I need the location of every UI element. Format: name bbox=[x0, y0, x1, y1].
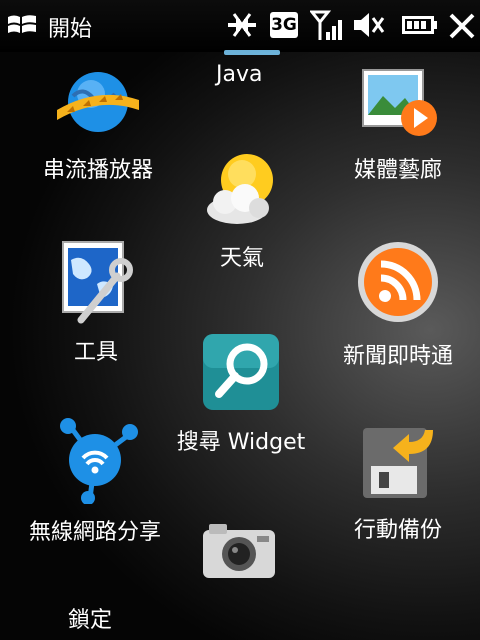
backup-disk-icon bbox=[318, 418, 478, 506]
media-gallery-icon bbox=[318, 68, 478, 146]
tile-news[interactable]: 新聞即時通 bbox=[318, 238, 478, 370]
tile-label: 無線網路分享 bbox=[28, 520, 161, 545]
tile-streaming-player[interactable]: 串流播放器 bbox=[18, 66, 178, 184]
battery-icon[interactable] bbox=[402, 14, 438, 40]
tile-wifi-sharing[interactable]: 無線網路分享 bbox=[20, 416, 170, 546]
3g-icon[interactable]: 3G bbox=[270, 12, 298, 38]
close-icon[interactable] bbox=[448, 12, 476, 44]
tile-label: 鎖定 bbox=[67, 608, 112, 633]
tile-label: 串流播放器 bbox=[42, 158, 153, 183]
tile-java[interactable]: Java bbox=[216, 62, 262, 87]
start-label: 開始 bbox=[48, 17, 93, 42]
tile-label: 新聞即時通 bbox=[342, 344, 453, 369]
streaming-globe-icon bbox=[18, 66, 178, 146]
status-bar: 開始 3G bbox=[0, 0, 480, 52]
wifi-share-icon bbox=[20, 416, 170, 508]
tile-label: 搜尋 Widget bbox=[176, 430, 306, 455]
camera-icon bbox=[196, 520, 282, 586]
tile-weather[interactable]: 天氣 bbox=[178, 150, 306, 272]
connection-off-icon[interactable] bbox=[224, 10, 260, 44]
signal-icon[interactable] bbox=[308, 10, 344, 46]
tile-label: 媒體藝廊 bbox=[353, 158, 442, 183]
tile-label: 工具 bbox=[73, 340, 118, 365]
rss-feed-icon bbox=[318, 238, 478, 332]
tile-camera[interactable] bbox=[196, 520, 282, 592]
tile-label: 天氣 bbox=[219, 246, 264, 271]
java-icon bbox=[224, 50, 280, 55]
search-icon bbox=[166, 330, 316, 418]
start-button[interactable]: 開始 bbox=[6, 12, 106, 42]
tile-search-widget[interactable]: 搜尋 Widget bbox=[166, 330, 316, 456]
tile-tools[interactable]: 工具 bbox=[16, 238, 176, 366]
tools-wrench-map-icon bbox=[16, 238, 176, 328]
tile-mobile-backup[interactable]: 行動備份 bbox=[318, 418, 478, 544]
tile-media-gallery[interactable]: 媒體藝廊 bbox=[318, 68, 478, 184]
volume-muted-icon[interactable] bbox=[352, 10, 386, 44]
tile-label: 行動備份 bbox=[353, 518, 442, 543]
windows-logo-icon bbox=[6, 11, 38, 43]
weather-sun-cloud-icon bbox=[178, 150, 306, 234]
tile-lock[interactable]: 鎖定 bbox=[50, 602, 130, 634]
